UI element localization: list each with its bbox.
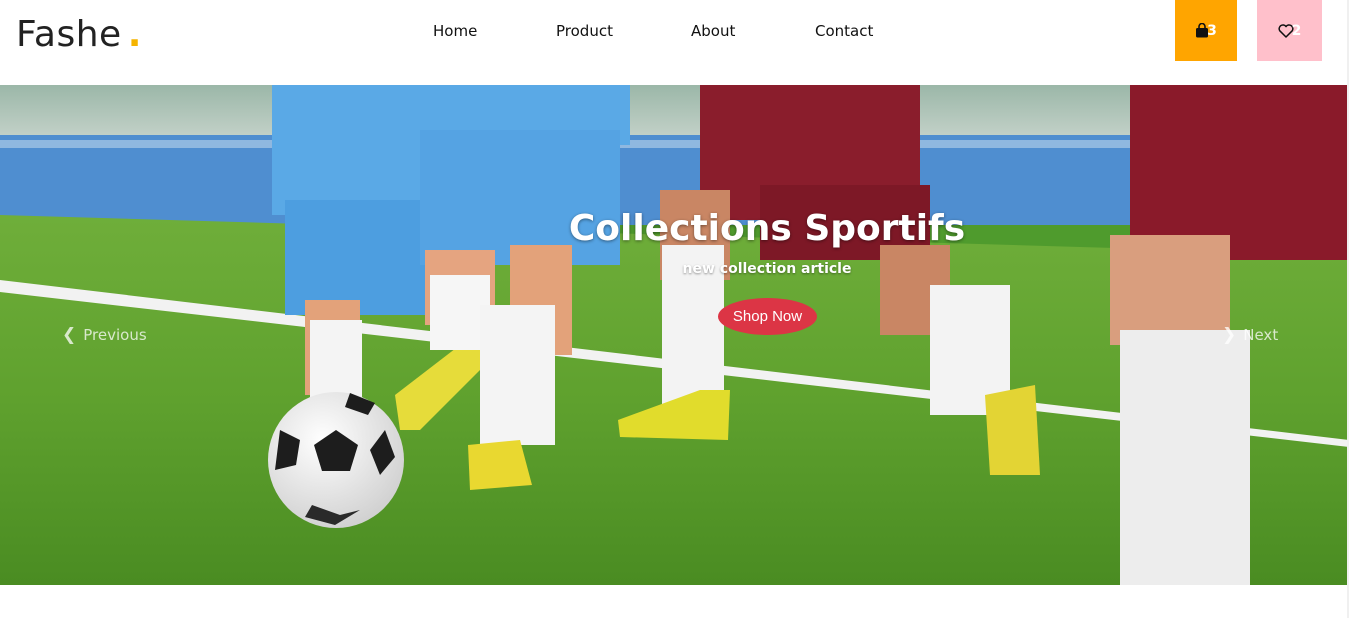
previous-label: Previous: [83, 326, 147, 344]
wishlist-count: 2: [1291, 22, 1302, 39]
hero-carousel: Collections Sportifs new collection arti…: [0, 85, 1349, 585]
carousel-previous-button[interactable]: ❮ Previous: [62, 325, 147, 345]
nav-item-contact[interactable]: Contact: [815, 22, 873, 40]
nav-item-about[interactable]: About: [691, 22, 815, 40]
wishlist-button[interactable]: 2: [1257, 0, 1322, 61]
hero-image: [0, 85, 1349, 585]
hero-subtitle: new collection article: [682, 261, 852, 277]
cart-count: 3: [1207, 22, 1217, 39]
brand-name: Fashe: [16, 14, 122, 55]
brand-dot: .: [127, 14, 142, 55]
hero-title: Collections Sportifs: [568, 208, 966, 249]
nav-item-product[interactable]: Product: [556, 22, 691, 40]
site-header: Fashe. Home Product About Contact 3 2: [0, 0, 1349, 85]
brand-logo[interactable]: Fashe.: [16, 14, 142, 55]
chevron-right-icon: ❯: [1222, 325, 1237, 345]
chevron-left-icon: ❮: [62, 325, 77, 345]
cart-button[interactable]: 3: [1175, 0, 1237, 61]
shop-now-button[interactable]: Shop Now: [718, 298, 817, 335]
nav-item-home[interactable]: Home: [433, 22, 556, 40]
main-nav: Home Product About Contact: [433, 22, 873, 40]
carousel-next-button[interactable]: ❯ Next: [1222, 325, 1278, 345]
next-label: Next: [1243, 326, 1279, 344]
